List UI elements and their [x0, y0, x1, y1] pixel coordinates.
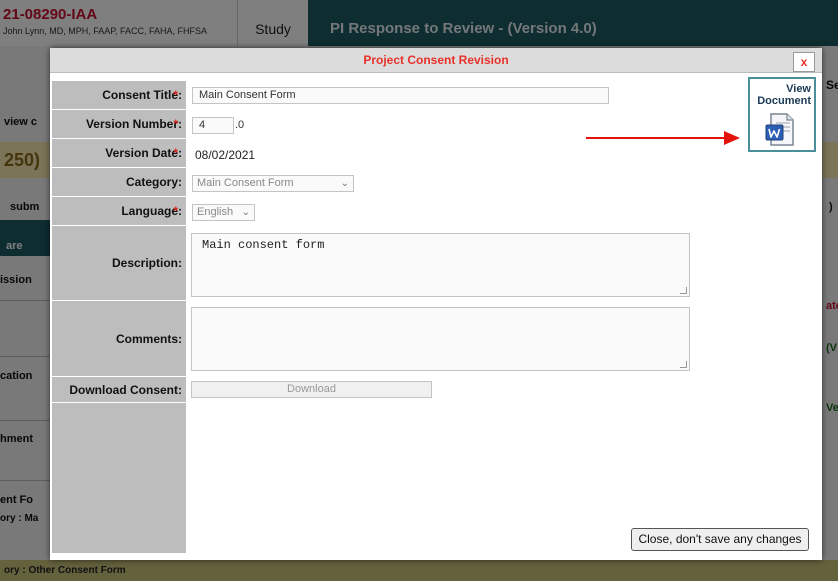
download-consent-label-text: Download Consent: — [69, 382, 182, 397]
label-column-filler — [52, 403, 186, 553]
category-label: Category: — [52, 168, 186, 197]
annotation-arrow-icon — [586, 131, 740, 145]
download-button[interactable]: Download — [191, 381, 432, 398]
close-x-button[interactable]: x — [793, 52, 815, 72]
close-dont-save-button[interactable]: Close, don't save any changes — [631, 528, 809, 551]
consent-title-input[interactable]: Main Consent Form — [192, 87, 609, 104]
category-selected: Main Consent Form — [197, 177, 294, 189]
category-label-text: Category: — [125, 175, 182, 189]
version-date-label-text: Version Date: — [105, 146, 182, 160]
chevron-down-icon: ⌄ — [241, 207, 250, 218]
language-label: * Language: — [52, 197, 186, 226]
version-number-label-text: Version Number: — [85, 117, 182, 131]
version-date-label: * Version Date: — [52, 139, 186, 168]
version-number-suffix: .0 — [235, 119, 245, 131]
required-marker: * — [173, 204, 178, 218]
description-textarea[interactable]: Main consent form — [191, 233, 690, 297]
chevron-down-icon: ⌄ — [340, 178, 349, 189]
word-document-icon — [765, 113, 794, 146]
consent-title-label: * Consent Title: — [52, 81, 186, 110]
version-date-value: 08/02/2021 — [195, 148, 256, 162]
required-marker: * — [173, 146, 178, 160]
language-selected: English — [197, 206, 234, 218]
comments-label-text: Comments: — [115, 331, 182, 346]
view-document-button[interactable]: View Document — [748, 77, 816, 152]
resize-handle-icon[interactable] — [680, 287, 687, 294]
resize-handle-icon[interactable] — [680, 361, 687, 368]
dialog-title: Project Consent Revision — [363, 53, 509, 67]
version-number-label: * Version Number: — [52, 110, 186, 139]
language-select[interactable]: English ⌄ — [192, 204, 255, 221]
view-document-label: View Document — [757, 83, 811, 107]
version-number-input[interactable]: 4 — [192, 117, 234, 134]
download-consent-label: Download Consent: — [52, 377, 186, 403]
comments-label: Comments: — [52, 301, 186, 377]
category-select[interactable]: Main Consent Form ⌄ — [192, 175, 354, 192]
view-document-line2: Document — [757, 95, 811, 107]
comments-textarea[interactable] — [191, 307, 690, 371]
description-text: Main consent form — [202, 238, 325, 252]
description-label-text: Description: — [111, 256, 182, 270]
description-label: Description: — [52, 226, 186, 301]
consent-revision-dialog: Project Consent Revision x * Consent Titl… — [50, 48, 822, 560]
required-marker: * — [173, 117, 178, 131]
view-document-line1: View — [786, 83, 811, 95]
required-marker: * — [173, 88, 178, 102]
consent-title-label-text: Consent Title: — [102, 88, 182, 102]
